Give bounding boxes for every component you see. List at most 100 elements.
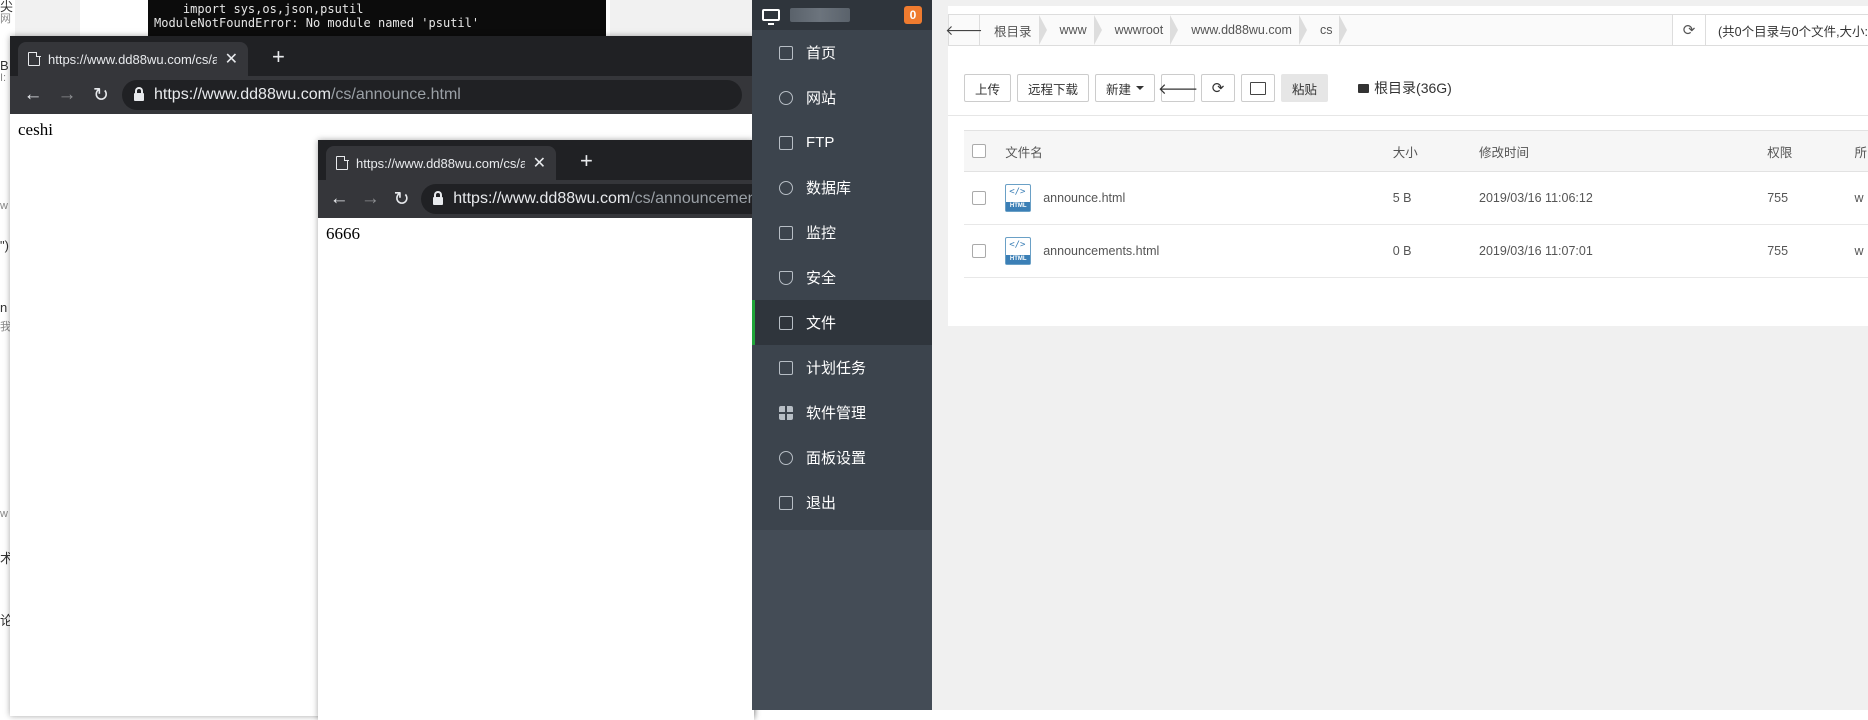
caret-down-icon <box>1136 86 1145 90</box>
sidebar-item-label: 软件管理 <box>806 405 867 422</box>
refresh-button[interactable]: ⟳ <box>1201 74 1236 102</box>
terminal-line: ModuleNotFoundError: No module named 'ps… <box>154 16 480 30</box>
select-all-checkbox[interactable] <box>972 144 986 159</box>
close-icon[interactable]: ✕ <box>533 153 546 173</box>
file-mtime: 2019/03/16 11:07:01 <box>1478 224 1767 278</box>
upload-button[interactable]: 上传 <box>964 74 1012 102</box>
divider <box>948 115 1868 116</box>
address-bar[interactable]: https://www.dd88wu.com/cs/announce.html <box>122 80 742 110</box>
back-arrow-icon[interactable]: ← <box>16 84 50 106</box>
row-checkbox[interactable] <box>972 191 986 206</box>
page-text: ceshi <box>18 120 53 139</box>
sidebar-item-label: 文件 <box>806 315 837 332</box>
column-header-mtime[interactable]: 修改时间 <box>1478 130 1767 172</box>
sidebar-item-monitor[interactable]: 监控 <box>752 210 932 255</box>
column-header-permission: 权限 <box>1766 130 1854 172</box>
back-arrow-icon[interactable]: 🡐 <box>945 15 983 45</box>
file-table: 文件名 大小 修改时间 权限 所 </> HTML announce.html 5… <box>964 130 1868 278</box>
breadcrumb-item[interactable]: wwwroot <box>1101 15 1178 45</box>
sidebar-item-label: 面板设置 <box>806 450 867 467</box>
new-tab-button[interactable]: + <box>272 44 285 70</box>
lock-icon <box>433 191 444 205</box>
sidebar-item-label: 计划任务 <box>806 360 867 377</box>
page-icon <box>336 155 349 170</box>
back-arrow-icon[interactable]: ← <box>324 188 355 210</box>
shield-icon <box>779 270 793 285</box>
file-name[interactable]: announce.html <box>1043 191 1125 205</box>
browser-tab[interactable]: https://www.dd88wu.com/cs/a ✕ <box>18 42 248 76</box>
ftp-icon <box>779 135 793 150</box>
refresh-icon[interactable]: ⟳ <box>1672 15 1706 45</box>
reload-icon[interactable]: ↻ <box>386 188 417 211</box>
breadcrumb-item[interactable]: www <box>1046 15 1102 45</box>
logout-icon <box>779 495 793 510</box>
sidebar-item-database[interactable]: 数据库 <box>752 165 932 210</box>
file-permission[interactable]: 755 <box>1766 224 1854 278</box>
close-icon[interactable]: ✕ <box>225 49 238 69</box>
sidebar-item-software[interactable]: 软件管理 <box>752 390 932 435</box>
sidebar-item-settings[interactable]: 面板设置 <box>752 435 932 480</box>
breadcrumb-item[interactable]: www.dd88wu.com <box>1177 15 1307 45</box>
notification-badge[interactable]: 0 <box>904 6 922 24</box>
file-size: 0 B <box>1391 224 1479 278</box>
sidebar-item-security[interactable]: 安全 <box>752 255 932 300</box>
sidebar-item-label: 监控 <box>806 225 837 242</box>
sidebar-item-ftp[interactable]: FTP <box>752 120 932 165</box>
bg-fragment: w <box>0 508 8 520</box>
html-file-icon: </> HTML <box>1005 184 1032 212</box>
sidebar-header: 0 <box>752 0 932 30</box>
refresh-icon: ⟳ <box>1211 80 1225 97</box>
forward-arrow-icon[interactable]: → <box>50 84 84 106</box>
browser-toolbar: ← → ↻ https://www.dd88wu.com/cs/announce… <box>318 180 754 218</box>
bg-fragment: ") <box>0 238 9 253</box>
sidebar-item-logout[interactable]: 退出 <box>752 480 932 525</box>
directory-summary: (共0个目录与0个文件,大小:5 <box>1706 15 1868 45</box>
file-name[interactable]: announcements.html <box>1043 244 1159 258</box>
table-row[interactable]: </> HTML announcements.html 0 B 2019/03/1… <box>964 224 1868 278</box>
reload-icon[interactable]: ↻ <box>84 84 118 107</box>
bg-fragment: I: <box>0 72 7 84</box>
sidebar-item-files[interactable]: 文件 <box>752 300 932 345</box>
sidebar-item-cron[interactable]: 计划任务 <box>752 345 932 390</box>
database-icon <box>779 180 793 195</box>
sidebar-item-website[interactable]: 网站 <box>752 75 932 120</box>
breadcrumb-item[interactable]: cs <box>1306 15 1347 45</box>
sidebar-item-label: 数据库 <box>806 180 852 197</box>
disk-root-link[interactable]: 根目录(36G) <box>1358 78 1452 98</box>
column-header-name[interactable]: 文件名 <box>1004 130 1392 172</box>
disk-icon <box>1358 83 1370 93</box>
new-dropdown-button[interactable]: 新建 <box>1095 74 1156 102</box>
file-permission[interactable]: 755 <box>1766 171 1854 225</box>
table-header-row: 文件名 大小 修改时间 权限 所 <box>964 130 1868 172</box>
terminal-window: import sys,os,json,psutil ModuleNotFound… <box>148 0 606 36</box>
url-path: /cs/announcements.html <box>630 190 754 207</box>
new-tab-button[interactable]: + <box>580 148 593 174</box>
folder-icon <box>779 315 793 330</box>
breadcrumb: 🡐 根目录 www wwwroot www.dd88wu.com cs ⟳ (共… <box>945 14 1868 46</box>
breadcrumb-path-field[interactable] <box>1346 15 1672 45</box>
sidebar-filler <box>752 530 932 710</box>
monitor-icon <box>762 9 780 25</box>
remote-download-button[interactable]: 远程下载 <box>1017 74 1090 102</box>
page-icon <box>28 51 41 66</box>
html-file-icon: </> HTML <box>1005 237 1032 265</box>
back-button[interactable]: 🡐 <box>1158 74 1198 102</box>
breadcrumb-item[interactable]: 根目录 <box>980 15 1047 45</box>
file-size: 5 B <box>1391 171 1479 225</box>
terminal-line: import sys,os,json,psutil <box>154 2 364 16</box>
file-mtime: 2019/03/16 11:06:12 <box>1478 171 1767 225</box>
file-owner: w <box>1853 171 1868 225</box>
tab-strip: https://www.dd88wu.com/cs/a ✕ + <box>10 36 754 76</box>
address-bar[interactable]: https://www.dd88wu.com/cs/announcements.… <box>421 184 754 214</box>
lock-icon <box>134 87 144 101</box>
sidebar-item-home[interactable]: 首页 <box>752 30 932 75</box>
forward-arrow-icon[interactable]: → <box>355 188 386 210</box>
column-header-size[interactable]: 大小 <box>1391 130 1479 172</box>
browser-tab[interactable]: https://www.dd88wu.com/cs/a ✕ <box>326 146 556 180</box>
paste-button[interactable]: 粘贴 <box>1281 74 1329 102</box>
page-body: 6666 <box>318 218 754 720</box>
url-host: https://www.dd88wu.com <box>453 190 631 207</box>
terminal-button[interactable] <box>1241 74 1276 102</box>
table-row[interactable]: </> HTML announce.html 5 B 2019/03/16 11:… <box>964 171 1868 225</box>
row-checkbox[interactable] <box>972 244 986 259</box>
